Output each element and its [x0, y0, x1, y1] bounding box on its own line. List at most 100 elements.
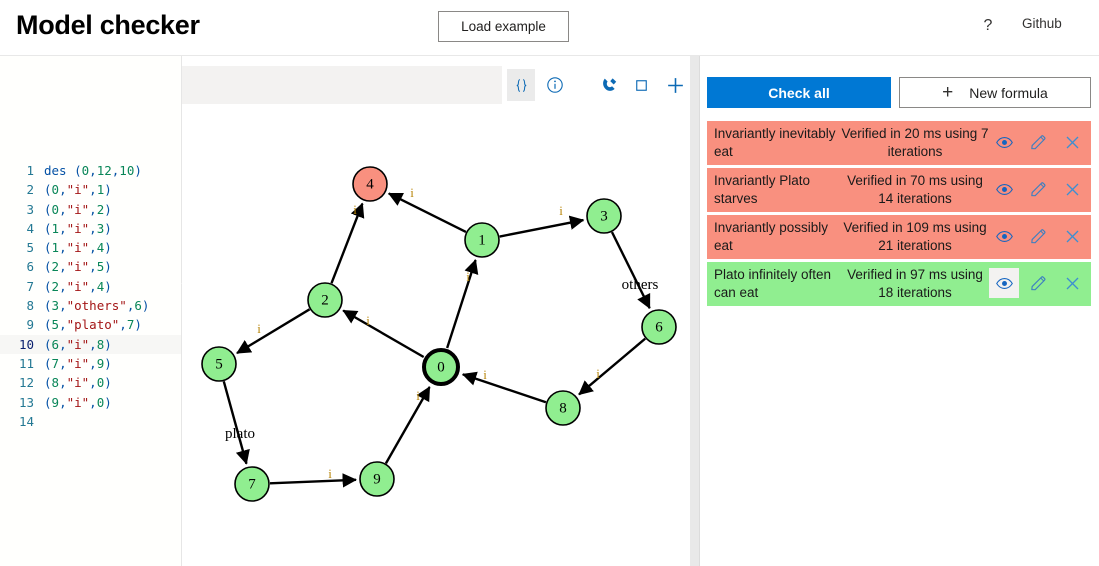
- edge-label: i: [410, 185, 414, 200]
- code-line[interactable]: 14: [0, 412, 181, 431]
- edge-label: i: [353, 202, 357, 217]
- graph-edge[interactable]: [222, 381, 250, 465]
- code-line[interactable]: 9 (5,"plato",7): [0, 315, 181, 334]
- graph-node-1[interactable]: 1: [464, 222, 500, 258]
- graph-node-8[interactable]: 8: [545, 390, 581, 426]
- code-editor-panel[interactable]: 1 des (0,12,10) 2 (0,"i",1) 3 (0,"i",2) 4 (1,"i…: [0, 56, 181, 566]
- graph-canvas[interactable]: 0 1 2 3 4 5 6 7 8 9 i i i i i i others plato i i i i: [182, 105, 690, 566]
- graph-node-9[interactable]: 9: [359, 461, 395, 497]
- load-example-button[interactable]: Load example: [438, 11, 569, 42]
- eye-icon[interactable]: [989, 127, 1019, 157]
- graph-edge[interactable]: [446, 259, 479, 349]
- close-icon[interactable]: [1057, 174, 1087, 204]
- eye-icon[interactable]: [989, 174, 1019, 204]
- formula-row[interactable]: Invariantly inevitably eat Verified in 20…: [707, 121, 1091, 165]
- graph-node-7[interactable]: 7: [234, 466, 270, 502]
- node-label: 1: [478, 233, 486, 249]
- edit-pencil-icon[interactable]: [1023, 174, 1053, 204]
- code-line[interactable]: 2 (0,"i",1): [0, 180, 181, 199]
- formula-row[interactable]: Invariantly possibly eat Verified in 109 …: [707, 215, 1091, 259]
- graph-node-3[interactable]: 3: [586, 198, 622, 234]
- code-line[interactable]: 3 (0,"i",2): [0, 200, 181, 219]
- code-line[interactable]: 7 (2,"i",4): [0, 277, 181, 296]
- formula-row[interactable]: Plato infinitely often can eat Verified i…: [707, 262, 1091, 306]
- edit-pencil-icon[interactable]: [1023, 268, 1053, 298]
- line-text: (2,"i",5): [44, 259, 112, 275]
- code-line[interactable]: 13 (9,"i",0): [0, 393, 181, 412]
- line-text: (0,"i",2): [44, 201, 112, 217]
- graph-node-2[interactable]: 2: [307, 282, 343, 318]
- line-number: 7: [26, 278, 34, 294]
- graph-edge[interactable]: [342, 309, 425, 359]
- graph-node-5[interactable]: 5: [201, 346, 237, 382]
- edge-label: i: [466, 269, 470, 284]
- formula-actions: [989, 127, 1087, 157]
- formula-row[interactable]: Invariantly Plato starves Verified in 70 …: [707, 168, 1091, 212]
- app-header: Model checker Load example ? Github: [0, 0, 1099, 56]
- plus-icon[interactable]: [662, 69, 690, 101]
- line-number: 11: [18, 355, 34, 371]
- code-line[interactable]: 6 (2,"i",5): [0, 257, 181, 276]
- graph-edge[interactable]: [384, 386, 431, 464]
- formula-result: Verified in 109 ms using 21 iterations: [843, 220, 987, 253]
- line-number: 12: [18, 375, 34, 391]
- code-line[interactable]: 4 (1,"i",3): [0, 219, 181, 238]
- state-graph[interactable]: 0 1 2 3 4 5 6 7 8 9 i i i i i i others plato i i i i: [182, 105, 690, 566]
- line-text: (8,"i",0): [44, 375, 112, 391]
- graph-node-6[interactable]: 6: [641, 309, 677, 345]
- node-label: 7: [248, 477, 256, 493]
- square-icon[interactable]: [628, 69, 656, 101]
- code-line[interactable]: 10 (6,"i",8): [0, 334, 181, 354]
- line-number: 3: [26, 201, 34, 217]
- edit-pencil-icon[interactable]: [1023, 221, 1053, 251]
- close-icon[interactable]: [1057, 127, 1087, 157]
- code-line[interactable]: 5 (1,"i",4): [0, 238, 181, 257]
- page-title: Model checker: [16, 10, 200, 40]
- plus-icon: +: [942, 82, 954, 103]
- graph-edge[interactable]: [610, 231, 651, 310]
- line-number: 14: [18, 413, 34, 429]
- new-formula-label: New formula: [969, 84, 1048, 101]
- github-link[interactable]: Github: [1022, 16, 1062, 31]
- graph-edge[interactable]: [578, 337, 647, 396]
- graph-node-0[interactable]: 0: [422, 348, 460, 386]
- close-icon[interactable]: [1057, 221, 1087, 251]
- close-icon[interactable]: [1057, 268, 1087, 298]
- braces-icon[interactable]: [507, 69, 536, 101]
- graph-edge[interactable]: [330, 202, 365, 284]
- node-label: 5: [215, 357, 223, 373]
- code-line[interactable]: 8 (3,"others",6): [0, 296, 181, 315]
- code-line[interactable]: 11 (7,"i",9): [0, 354, 181, 373]
- code-line[interactable]: 12 (8,"i",0): [0, 373, 181, 392]
- graph-edge[interactable]: [461, 371, 547, 404]
- graph-node-4[interactable]: 4: [352, 166, 388, 202]
- line-text: (5,"plato",7): [44, 317, 142, 333]
- formula-result: Verified in 97 ms using 18 iterations: [847, 267, 983, 300]
- check-all-button[interactable]: Check all: [707, 77, 891, 108]
- formula-name: Invariantly inevitably eat: [714, 126, 836, 159]
- toolbar-right-group: [502, 66, 690, 104]
- graph-edge[interactable]: [387, 192, 467, 234]
- edge-label: i: [257, 321, 261, 336]
- magnet-icon[interactable]: [595, 69, 623, 101]
- line-number: 5: [26, 240, 34, 256]
- node-label: 2: [321, 293, 329, 309]
- line-number: 2: [26, 182, 34, 198]
- eye-icon[interactable]: [989, 221, 1019, 251]
- line-text: (0,"i",1): [44, 182, 112, 198]
- code-editor[interactable]: 1 des (0,12,10) 2 (0,"i",1) 3 (0,"i",2) 4 (1,"i…: [0, 161, 181, 566]
- eye-icon[interactable]: [989, 268, 1019, 298]
- graph-edge[interactable]: [499, 215, 585, 238]
- edit-pencil-icon[interactable]: [1023, 127, 1053, 157]
- graph-edge[interactable]: [236, 308, 311, 355]
- new-formula-button[interactable]: + New formula: [899, 77, 1091, 108]
- edge-label: i: [416, 388, 420, 403]
- graph-edge[interactable]: [269, 473, 357, 488]
- line-number: 10: [18, 336, 34, 352]
- panel-divider[interactable]: [690, 56, 700, 566]
- code-line[interactable]: 1 des (0,12,10): [0, 161, 181, 180]
- info-icon[interactable]: [541, 69, 569, 101]
- help-icon[interactable]: ?: [975, 13, 1001, 39]
- line-number: 1: [26, 163, 34, 178]
- node-label: 0: [437, 360, 445, 376]
